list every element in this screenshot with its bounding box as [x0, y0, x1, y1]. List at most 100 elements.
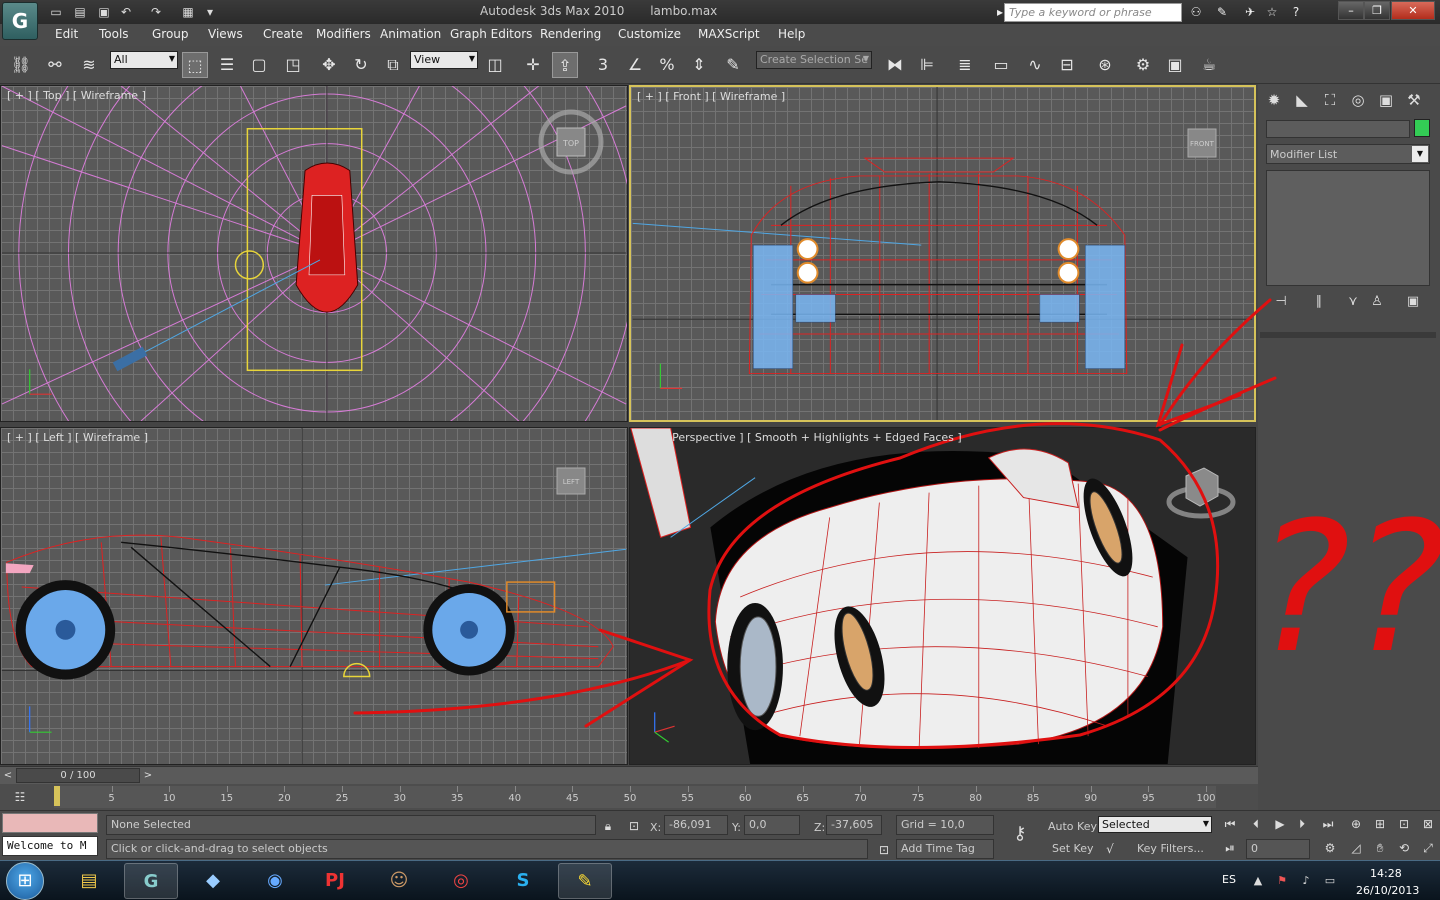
- percent-snap-icon[interactable]: %: [654, 52, 680, 78]
- open-file-icon[interactable]: ▤: [70, 3, 90, 21]
- display-tab-icon[interactable]: ▣: [1374, 88, 1398, 112]
- time-slider[interactable]: < 0 / 100 >: [0, 766, 1258, 784]
- material-editor-icon[interactable]: ⊛: [1092, 52, 1118, 78]
- viewcube-perspective-icon[interactable]: [1164, 462, 1238, 522]
- absolute-transform-icon[interactable]: ⊡: [624, 817, 644, 835]
- viewcube-left-icon[interactable]: LEFT: [551, 464, 591, 500]
- select-and-rotate-icon[interactable]: ↻: [348, 52, 374, 78]
- current-frame-field[interactable]: 0: [1246, 839, 1310, 859]
- menu-animation[interactable]: Animation: [380, 27, 441, 41]
- rectangular-selection-icon[interactable]: ▢: [246, 52, 272, 78]
- start-button[interactable]: ⊞: [6, 862, 44, 900]
- volume-icon[interactable]: ♪: [1298, 873, 1314, 889]
- go-to-end-icon[interactable]: ⏭: [1318, 815, 1338, 833]
- game-character-icon[interactable]: ☺: [372, 863, 426, 899]
- show-end-result-icon[interactable]: ∥: [1308, 292, 1330, 312]
- viewport-label-left[interactable]: [ + ] [ Left ] [ Wireframe ]: [7, 431, 148, 444]
- pan-hand-icon[interactable]: ✋︎: [1370, 839, 1390, 857]
- align-icon[interactable]: ⊫: [914, 52, 940, 78]
- menu-customize[interactable]: Customize: [618, 27, 681, 41]
- select-and-manipulate-icon[interactable]: ✛: [520, 52, 546, 78]
- maxscript-mini-listener-pink[interactable]: [2, 813, 98, 833]
- play-icon[interactable]: ▶: [1270, 815, 1290, 833]
- render-setup-icon[interactable]: ⚙: [1130, 52, 1156, 78]
- select-and-move-icon[interactable]: ✥: [316, 52, 342, 78]
- selection-filter-dropdown[interactable]: All: [110, 51, 178, 69]
- favorites-star-icon[interactable]: ☆: [1262, 3, 1282, 21]
- make-unique-icon[interactable]: ⋎: [1342, 292, 1364, 312]
- schematic-view-icon[interactable]: ⊟: [1054, 52, 1080, 78]
- clock-date[interactable]: 26/10/2013: [1356, 884, 1419, 897]
- next-frame-icon[interactable]: ⏵: [1292, 815, 1312, 833]
- layer-manager-icon[interactable]: ≣: [952, 52, 978, 78]
- quick-access-dropdown-icon[interactable]: ▾: [200, 3, 220, 21]
- zoom-icon[interactable]: ⊕: [1346, 815, 1366, 833]
- key-mode-toggle-icon[interactable]: ⏯: [1220, 839, 1240, 857]
- show-hidden-icons-icon[interactable]: ▲: [1250, 873, 1266, 889]
- snaps-toggle-icon[interactable]: 3: [590, 52, 616, 78]
- save-icon[interactable]: ▣: [94, 3, 114, 21]
- zoom-all-icon[interactable]: ⊞: [1370, 815, 1390, 833]
- time-configuration-icon[interactable]: ⚙: [1320, 839, 1340, 857]
- viewport-label-front[interactable]: [ + ] [ Front ] [ Wireframe ]: [637, 90, 785, 103]
- clock-time[interactable]: 14:28: [1370, 867, 1402, 880]
- zoom-extents-icon[interactable]: ⊡: [1394, 815, 1414, 833]
- select-and-scale-icon[interactable]: ⧉: [380, 52, 406, 78]
- graphite-ribbon-icon[interactable]: ▭: [988, 52, 1014, 78]
- field-of-view-icon[interactable]: ◿: [1346, 839, 1366, 857]
- viewcube-top-icon[interactable]: TOP: [537, 108, 605, 176]
- pj64-emulator-icon[interactable]: PJ: [308, 863, 362, 899]
- maximize-button[interactable]: ❐: [1364, 1, 1390, 20]
- selection-lock-icon[interactable]: 🔒︎: [598, 817, 618, 835]
- menu-modifiers[interactable]: Modifiers: [316, 27, 371, 41]
- auto-key-button[interactable]: Auto Key: [1048, 820, 1097, 833]
- configure-modifier-sets-icon[interactable]: ▣: [1402, 292, 1424, 312]
- z-coordinate-field[interactable]: -37,605: [826, 815, 882, 835]
- chrome-icon[interactable]: ◎: [434, 863, 488, 899]
- pin-stack-icon[interactable]: ⊣: [1270, 292, 1292, 312]
- key-filters-button[interactable]: Key Filters...: [1137, 842, 1204, 855]
- x-coordinate-field[interactable]: -86,091: [664, 815, 728, 835]
- search-input[interactable]: Type a keyword or phrase: [1004, 3, 1182, 22]
- object-name-field[interactable]: [1266, 120, 1410, 138]
- edit-named-selection-icon[interactable]: ✎: [720, 52, 746, 78]
- zoom-extents-all-icon[interactable]: ⊠: [1418, 815, 1438, 833]
- unlink-selection-icon[interactable]: ⚯: [42, 52, 68, 78]
- modify-tab-icon[interactable]: ◣: [1290, 88, 1314, 112]
- viewport-perspective[interactable]: [ + ] [ Perspective ] [ Smooth + Highlig…: [629, 427, 1256, 765]
- viewport-label-perspective[interactable]: [ + ] [ Perspective ] [ Smooth + Highlig…: [636, 431, 962, 444]
- time-slider-prev-icon[interactable]: <: [2, 768, 14, 783]
- network-status-icon[interactable]: ⚑: [1274, 873, 1290, 889]
- orbit-icon[interactable]: ⟲: [1394, 839, 1414, 857]
- set-key-button[interactable]: Set Key: [1052, 842, 1094, 855]
- explorer-folder-icon[interactable]: ▤: [62, 863, 116, 899]
- google-earth-icon[interactable]: ◉: [248, 863, 302, 899]
- subscription-icon[interactable]: ✎: [1212, 3, 1232, 21]
- object-color-swatch[interactable]: [1414, 119, 1430, 137]
- utilities-tab-icon[interactable]: ⚒: [1402, 88, 1426, 112]
- menu-create[interactable]: Create: [263, 27, 303, 41]
- undo-icon[interactable]: ↶: [116, 3, 136, 21]
- track-bar[interactable]: ☷ 5 10 15 20 25 30 35 40 45 50 55 60 65 70 75 80 85 90 95 1…: [0, 784, 1258, 810]
- use-pivot-center-icon[interactable]: ◫: [482, 52, 508, 78]
- select-by-name-icon[interactable]: ☰: [214, 52, 240, 78]
- time-slider-thumb[interactable]: 0 / 100: [16, 768, 140, 783]
- communication-icon[interactable]: ✈: [1240, 3, 1260, 21]
- key-mode-dropdown[interactable]: Selected: [1098, 816, 1212, 833]
- select-object-icon[interactable]: ⬚: [182, 52, 208, 78]
- angle-snap-icon[interactable]: ∠: [622, 52, 648, 78]
- menu-views[interactable]: Views: [208, 27, 243, 41]
- key-tangent-icon[interactable]: √: [1100, 840, 1120, 858]
- redo-icon[interactable]: ↷: [146, 3, 166, 21]
- menu-rendering[interactable]: Rendering: [540, 27, 601, 41]
- 3dsmax-taskbar-icon[interactable]: G: [124, 863, 178, 899]
- viewport-front[interactable]: [ + ] [ Front ] [ Wireframe ] FRONT: [629, 85, 1256, 422]
- minimize-button[interactable]: –: [1338, 1, 1364, 20]
- viewport-left[interactable]: [ + ] [ Left ] [ Wireframe ] LEFT: [0, 427, 628, 765]
- viewport-top[interactable]: [ + ] [ Top ] [ Wireframe ] TOP: [0, 85, 628, 422]
- add-time-tag-button[interactable]: Add Time Tag: [896, 839, 994, 859]
- curve-editor-icon[interactable]: ∿: [1022, 52, 1048, 78]
- set-key-icon[interactable]: ⚷: [1010, 825, 1030, 843]
- language-indicator[interactable]: ES: [1222, 873, 1236, 886]
- action-center-icon[interactable]: ▭: [1322, 873, 1338, 889]
